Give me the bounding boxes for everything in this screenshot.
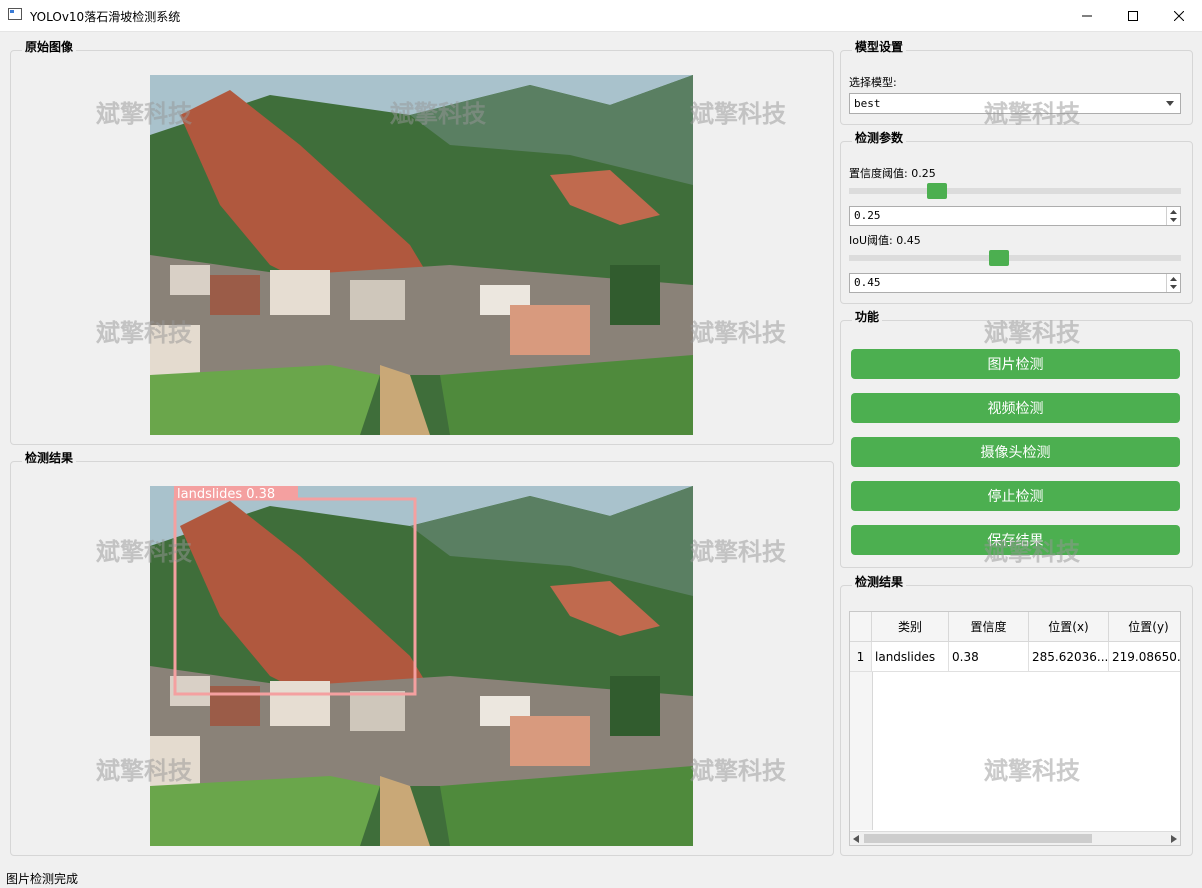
- stop-detect-button[interactable]: 停止检测: [851, 481, 1180, 511]
- iou-slider-handle[interactable]: [989, 250, 1010, 266]
- table-cell[interactable]: 219.08650...: [1109, 642, 1180, 672]
- column-header[interactable]: 置信度: [949, 612, 1029, 642]
- iou-slider-track[interactable]: [849, 255, 1181, 261]
- column-header[interactable]: 类别: [872, 612, 949, 642]
- title-bar: YOLOv10落石滑坡检测系统: [0, 0, 1202, 32]
- table-cell[interactable]: 285.62036...: [1029, 642, 1109, 672]
- result-image-title: 检测结果: [22, 449, 77, 466]
- model-settings-title: 模型设置: [852, 38, 907, 55]
- minimize-button[interactable]: [1064, 0, 1110, 31]
- functions-title: 功能: [852, 308, 883, 325]
- row-index[interactable]: 1: [850, 642, 872, 672]
- iou-spinbox-value: 0.45: [854, 276, 881, 289]
- spin-arrows-icon: [1170, 277, 1177, 289]
- detection-label: landslides 0.38: [177, 487, 275, 502]
- results-table[interactable]: 类别 置信度 位置(x) 位置(y) 1 landslides 0.38 285…: [849, 611, 1181, 846]
- column-header[interactable]: 位置(x): [1029, 612, 1109, 642]
- window-title: YOLOv10落石滑坡检测系统: [30, 10, 181, 24]
- conf-spinbox-value: 0.25: [854, 209, 881, 222]
- maximize-icon: [1128, 10, 1138, 21]
- result-image: landslides 0.38: [150, 486, 693, 846]
- conf-slider-handle[interactable]: [927, 183, 947, 199]
- model-select[interactable]: best: [849, 93, 1181, 114]
- maximize-button[interactable]: [1110, 0, 1156, 31]
- conf-slider-track[interactable]: [849, 188, 1181, 194]
- original-image-title: 原始图像: [22, 38, 77, 55]
- conf-spin-arrows[interactable]: [1166, 207, 1180, 225]
- horizontal-scrollbar[interactable]: [850, 831, 1180, 845]
- table-cell[interactable]: landslides: [872, 642, 949, 672]
- iou-spin-arrows[interactable]: [1166, 274, 1180, 292]
- video-detect-button[interactable]: 视频检测: [851, 393, 1180, 423]
- scroll-right-icon: [1171, 835, 1177, 843]
- column-header[interactable]: 位置(y): [1109, 612, 1180, 642]
- status-bar: 图片检测完成: [0, 866, 1202, 888]
- results-title: 检测结果: [852, 573, 907, 590]
- minimize-icon: [1082, 15, 1092, 16]
- select-model-label: 选择模型:: [849, 76, 897, 89]
- model-select-value: best: [854, 97, 881, 110]
- params-title: 检测参数: [852, 129, 907, 146]
- save-result-button[interactable]: 保存结果: [851, 525, 1180, 555]
- table-cell[interactable]: 0.38: [949, 642, 1029, 672]
- close-button[interactable]: [1156, 0, 1202, 31]
- status-text: 图片检测完成: [6, 872, 79, 886]
- app-icon: [8, 8, 22, 20]
- camera-detect-button[interactable]: 摄像头检测: [851, 437, 1180, 467]
- original-image: [150, 75, 693, 435]
- close-icon: [1174, 10, 1184, 21]
- scrollbar-thumb[interactable]: [864, 834, 1092, 843]
- table-corner[interactable]: [850, 612, 872, 642]
- conf-spinbox[interactable]: 0.25: [849, 206, 1181, 226]
- row-header-strip: [850, 672, 873, 830]
- iou-spinbox[interactable]: 0.45: [849, 273, 1181, 293]
- spin-arrows-icon: [1170, 210, 1177, 222]
- iou-label: IoU阈值: 0.45: [849, 234, 921, 247]
- conf-label: 置信度阈值: 0.25: [849, 167, 936, 180]
- image-detect-button[interactable]: 图片检测: [851, 349, 1180, 379]
- scroll-left-icon: [853, 835, 859, 843]
- chevron-down-icon: [1166, 101, 1174, 106]
